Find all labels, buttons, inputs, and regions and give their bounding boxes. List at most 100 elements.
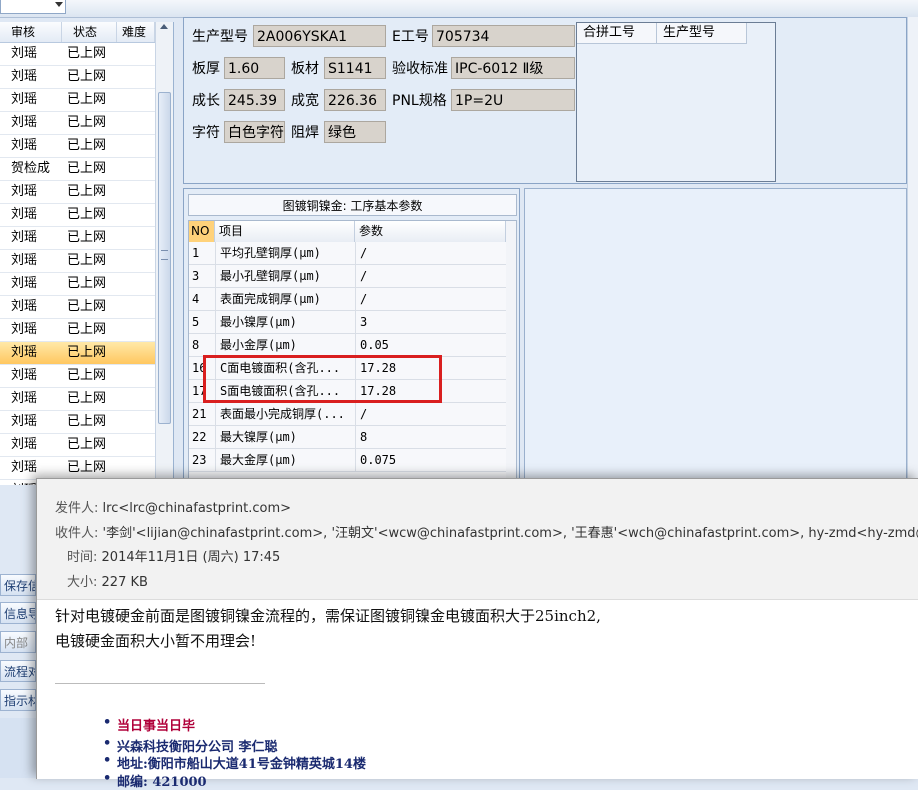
reviewer-cell: 刘瑶 bbox=[11, 460, 38, 475]
col-header-param[interactable]: 参数 bbox=[355, 221, 506, 242]
item-cell: 最小镍厚(μm) bbox=[215, 311, 355, 333]
width-field[interactable]: 226.36 bbox=[324, 89, 386, 111]
table-row[interactable]: 刘瑶 已上网 bbox=[0, 411, 155, 434]
col-header-merge-no[interactable]: 合拼工号 bbox=[577, 23, 657, 43]
no-cell: 8 bbox=[192, 338, 200, 352]
save-info-button[interactable]: 保存信 bbox=[0, 574, 36, 596]
table-row[interactable]: 刘瑶 已上网 bbox=[0, 227, 155, 250]
standard-field[interactable]: IPC-6012 Ⅱ级 bbox=[451, 57, 575, 79]
from-label: 发件人: bbox=[55, 501, 99, 516]
status-cell: 已上网 bbox=[67, 115, 107, 130]
thickness-label: 板厚 bbox=[192, 61, 220, 77]
col-header-merge-model[interactable]: 生产型号 bbox=[657, 23, 747, 43]
status-cell: 已上网 bbox=[67, 299, 107, 314]
pnl-field[interactable]: 1P=2U bbox=[451, 89, 575, 111]
table-row[interactable]: 5 最小镍厚(μm) 3 bbox=[189, 311, 506, 334]
reviewer-cell: 刘瑶 bbox=[11, 345, 38, 360]
table-row[interactable]: 刘瑶 已上网 bbox=[0, 342, 155, 365]
internal-button[interactable]: 内部 bbox=[0, 631, 36, 653]
email-body-line-2: 电镀硬金面积大小暂不用理会! bbox=[55, 632, 257, 650]
table-row[interactable]: 刘瑶 已上网 bbox=[0, 204, 155, 227]
status-cell: 已上网 bbox=[67, 92, 107, 107]
size-value: 227 KB bbox=[101, 575, 148, 590]
item-cell: 最大镍厚(μm) bbox=[215, 426, 355, 448]
reviewer-cell: 刘瑶 bbox=[11, 253, 38, 268]
process-params-panel: 图镀铜镍金: 工序基本参数 NO 项目 参数 1 平均孔壁铜厚(μm)/3 最小孔壁… bbox=[183, 188, 520, 488]
width-label: 成宽 bbox=[291, 93, 319, 109]
col-header-no[interactable]: NO bbox=[189, 221, 215, 242]
table-row[interactable]: 1 平均孔壁铜厚(μm) / bbox=[189, 242, 506, 265]
param-cell: 0.075 bbox=[355, 449, 506, 471]
reviewer-cell: 刘瑶 bbox=[11, 480, 37, 485]
col-header-difficulty[interactable]: 难度 bbox=[117, 22, 155, 42]
scroll-up-icon[interactable] bbox=[160, 24, 168, 29]
col-header-status[interactable]: 状态 bbox=[62, 22, 117, 42]
table-row[interactable]: 刘瑶 已上网 bbox=[0, 434, 155, 457]
param-cell: / bbox=[355, 265, 506, 287]
table-row[interactable]: 刘瑶 已上网 bbox=[0, 89, 155, 112]
table-row[interactable]: 刘瑶 已上网 bbox=[0, 250, 155, 273]
col-header-item[interactable]: 项目 bbox=[215, 221, 355, 242]
model-field[interactable]: 2A006YSKA1 bbox=[253, 25, 386, 47]
to-value[interactable]: '李剑'<lijian@chinafastprint.com>, '汪朝文'<w… bbox=[103, 526, 918, 541]
info-export-button[interactable]: 信息导 bbox=[0, 602, 36, 624]
table-row[interactable]: 刘瑶 已上网 bbox=[0, 181, 155, 204]
mask-field[interactable]: 绿色 bbox=[324, 121, 386, 143]
item-cell: 平均孔壁铜厚(μm) bbox=[215, 242, 355, 264]
flow-compare-button[interactable]: 流程对 bbox=[0, 660, 36, 682]
e-number-field[interactable]: 705734 bbox=[432, 25, 575, 47]
time-row: 时间: 2014年11月1日 (周六) 17:45 bbox=[67, 546, 280, 565]
process-params-title: 图镀铜镍金: 工序基本参数 bbox=[188, 194, 517, 216]
reviewer-cell: 刘瑶 bbox=[11, 437, 38, 452]
chevron-down-icon[interactable] bbox=[55, 2, 63, 7]
board-info-panel: 生产型号 2A006YSKA1 E工号 705734 板厚 1.60 板材 S1… bbox=[183, 17, 907, 184]
table-row[interactable]: 8 最小金厚(μm) 0.05 bbox=[189, 334, 506, 357]
param-cell: 8 bbox=[355, 426, 506, 448]
table-row[interactable]: 刘瑶 已上网 bbox=[0, 319, 155, 342]
length-field[interactable]: 245.39 bbox=[224, 89, 285, 111]
table-row[interactable]: 22 最大镍厚(μm) 8 bbox=[189, 426, 506, 449]
filter-combo[interactable] bbox=[0, 0, 66, 14]
col-header-review[interactable]: 审核 bbox=[0, 22, 62, 42]
table-row[interactable]: 刘瑶 已上网 bbox=[0, 112, 155, 135]
table-row[interactable]: 21 表面最小完成铜厚(... / bbox=[189, 403, 506, 426]
order-list-grid: 审核 状态 难度 刘瑶 已上网 刘瑶 已上网 刘瑶 已上网 刘瑶 已上网 刘瑶 已上网 贺检成 已上网… bbox=[0, 22, 174, 485]
param-cell: / bbox=[355, 288, 506, 310]
item-cell: 表面最小完成铜厚(... bbox=[215, 403, 355, 425]
table-row[interactable]: 3 最小孔壁铜厚(μm) / bbox=[189, 265, 506, 288]
from-row: 发件人: lrc<lrc@chinafastprint.com> bbox=[55, 497, 291, 516]
size-row: 大小: 227 KB bbox=[67, 571, 148, 590]
item-cell: 最大金厚(μm) bbox=[215, 449, 355, 471]
length-label: 成长 bbox=[192, 93, 220, 109]
no-cell: 5 bbox=[192, 315, 200, 329]
table-row[interactable]: 刘瑶 已上网 bbox=[0, 457, 155, 480]
from-value[interactable]: lrc<lrc@chinafastprint.com> bbox=[103, 501, 291, 516]
thickness-field[interactable]: 1.60 bbox=[224, 57, 285, 79]
status-cell: 已上网 bbox=[67, 230, 107, 245]
table-row[interactable]: 刘瑶 已上网 bbox=[0, 296, 155, 319]
highlight-box bbox=[203, 355, 442, 403]
right-scroll-edge[interactable] bbox=[907, 17, 918, 487]
reviewer-cell: 刘瑶 bbox=[11, 184, 38, 199]
table-row[interactable]: 4 表面完成铜厚(μm) / bbox=[189, 288, 506, 311]
no-cell: 3 bbox=[192, 269, 200, 283]
table-row[interactable]: 23 最大金厚(μm) 0.075 bbox=[189, 449, 506, 472]
status-cell: 已上网 bbox=[67, 437, 107, 452]
status-cell: 已上网 bbox=[67, 184, 107, 199]
material-field[interactable]: S1141 bbox=[324, 57, 386, 79]
table-row[interactable]: 刘瑶 已上网 bbox=[0, 388, 155, 411]
table-row[interactable]: 刘瑶 已上网 bbox=[0, 135, 155, 158]
char-field[interactable]: 白色字符 bbox=[224, 121, 285, 143]
status-cell: 已上网 bbox=[67, 276, 107, 291]
table-row[interactable]: 刘瑶 已上网 bbox=[0, 273, 155, 296]
table-row[interactable]: 刘瑶 已上网 bbox=[0, 43, 155, 66]
side-panel-fill bbox=[0, 718, 36, 778]
table-row[interactable]: 刘瑶 已上网 bbox=[0, 66, 155, 89]
table-row[interactable]: 刘瑶 已上网 bbox=[0, 365, 155, 388]
order-list-header: 审核 状态 难度 bbox=[0, 22, 155, 43]
time-value: 2014年11月1日 (周六) 17:45 bbox=[101, 550, 281, 565]
table-row[interactable]: 贺检成 已上网 bbox=[0, 158, 155, 181]
no-cell: 21 bbox=[192, 407, 207, 421]
instruction-material-button[interactable]: 指示材 bbox=[0, 689, 36, 711]
reviewer-cell: 刘瑶 bbox=[11, 115, 38, 130]
